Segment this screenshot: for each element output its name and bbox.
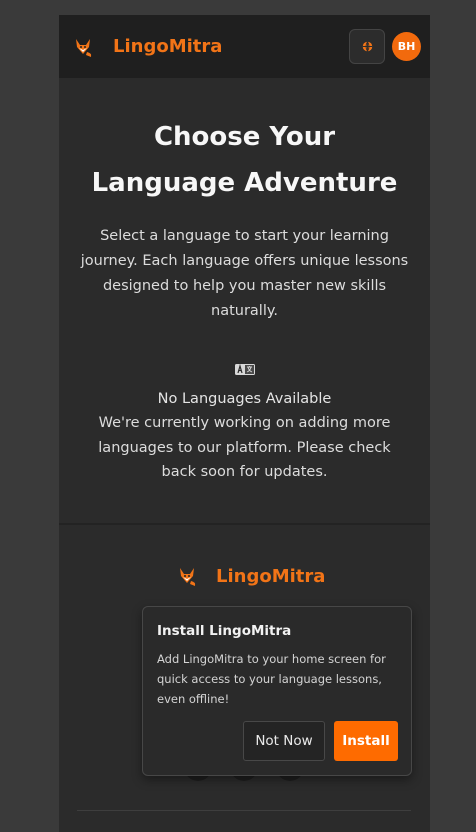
footer-brand[interactable]: LingoMitra bbox=[176, 565, 325, 587]
user-avatar[interactable]: BH bbox=[392, 32, 421, 61]
language-switch-button[interactable] bbox=[349, 29, 385, 64]
install-prompt-text: Add LingoMitra to your home screen for q… bbox=[157, 652, 386, 706]
install-prompt: Install LingoMitra Add LingoMitra to you… bbox=[142, 606, 412, 776]
not-now-button[interactable]: Not Now bbox=[243, 721, 325, 761]
page-title: Choose Your Language Adventure bbox=[91, 122, 398, 198]
install-button[interactable]: Install bbox=[334, 721, 398, 761]
install-prompt-actions: Not Now Install bbox=[243, 721, 398, 761]
top-bar: LingoMitra BH bbox=[59, 15, 430, 78]
hero-section: Choose Your Language Adventure Select a … bbox=[59, 78, 430, 324]
globe-icon bbox=[362, 41, 372, 52]
fox-logo-icon bbox=[180, 568, 196, 586]
page-description: Select a language to start your learning… bbox=[80, 228, 409, 319]
fox-logo-icon[interactable] bbox=[72, 36, 94, 58]
brand-name[interactable]: LingoMitra bbox=[113, 36, 222, 57]
translate-icon bbox=[234, 364, 255, 375]
footer-divider bbox=[77, 810, 411, 811]
empty-state: No Languages Available We're currently w… bbox=[59, 364, 430, 485]
install-prompt-title: Install LingoMitra bbox=[157, 623, 292, 639]
app-frame: LingoMitra BH Choose Your Language Adven… bbox=[59, 15, 430, 832]
empty-state-text: We're currently working on adding more l… bbox=[98, 415, 391, 480]
footer-brand-name: LingoMitra bbox=[216, 565, 326, 587]
empty-state-title: No Languages Available bbox=[157, 391, 332, 407]
